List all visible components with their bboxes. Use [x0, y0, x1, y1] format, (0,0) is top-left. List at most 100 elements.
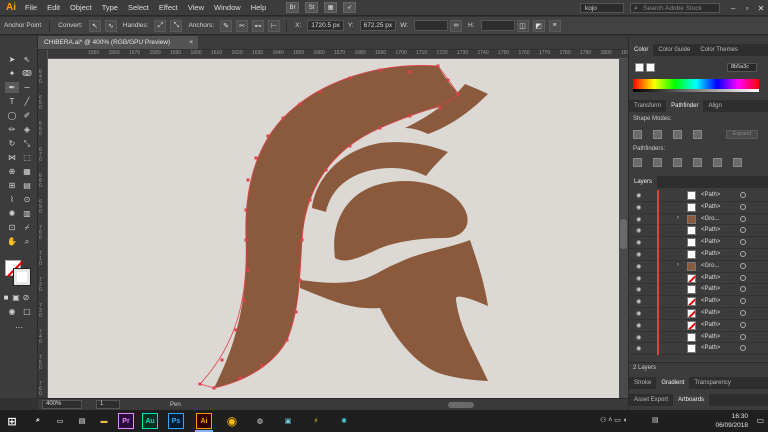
anchor-point[interactable]: [244, 238, 248, 242]
layer-row[interactable]: ◉ <Path>: [629, 249, 768, 261]
mesh-tool-icon[interactable]: ⊞: [5, 180, 19, 191]
screen-mode-icon[interactable]: ▢: [20, 306, 34, 317]
layer-row[interactable]: ◉ <Path>: [629, 225, 768, 238]
none-mode-icon[interactable]: ⊘: [22, 292, 30, 303]
slice-tool-icon[interactable]: ⌿: [20, 222, 34, 233]
anchor-point[interactable]: [220, 358, 224, 362]
grayscale-ramp[interactable]: [633, 89, 759, 92]
anchor-point[interactable]: [348, 76, 352, 80]
visibility-eye-icon[interactable]: ◉: [636, 192, 641, 199]
convert-corner-icon[interactable]: ↖: [88, 19, 101, 32]
layer-row[interactable]: ◉ <Path>: [629, 190, 768, 202]
minus-front-icon[interactable]: [653, 130, 662, 139]
folder-icon[interactable]: ▬: [96, 413, 112, 429]
globe-app-icon[interactable]: ✺: [336, 413, 352, 429]
menu-file[interactable]: File: [20, 3, 42, 12]
link-proportions-icon[interactable]: ∞: [450, 19, 463, 32]
anchor-point[interactable]: [456, 92, 460, 96]
target-circle-icon[interactable]: [740, 298, 746, 305]
magic-wand-tool-icon[interactable]: ✦: [5, 68, 19, 79]
anchor-point[interactable]: [308, 198, 312, 202]
anchor-point[interactable]: [260, 364, 264, 368]
anchor-point[interactable]: [436, 64, 440, 68]
anchor-point[interactable]: [378, 126, 382, 130]
rotate-tool-icon[interactable]: ↻: [5, 138, 19, 149]
layer-row[interactable]: ◉ › <Gro...: [629, 213, 768, 226]
anchor-point[interactable]: [378, 68, 382, 72]
cut-path-icon[interactable]: ✂: [236, 19, 249, 32]
anchor-point[interactable]: [244, 208, 248, 212]
layer-row[interactable]: ◉ <Path>: [629, 284, 768, 297]
document-tab[interactable]: CHIBERA.ai* @ 400% (RGB/GPU Preview) ×: [38, 36, 198, 49]
scale-tool-icon[interactable]: ⤡: [20, 138, 34, 149]
spartan-helmet-artwork[interactable]: [48, 59, 628, 398]
target-circle-icon[interactable]: [740, 227, 746, 234]
color-mode-icon[interactable]: ■: [2, 292, 10, 303]
tab-stroke[interactable]: Stroke: [629, 377, 656, 389]
anchor-point[interactable]: [281, 116, 285, 120]
visibility-eye-icon[interactable]: ◉: [636, 334, 641, 341]
anchor-point[interactable]: [408, 70, 412, 74]
vertical-scrollbar[interactable]: [619, 59, 628, 398]
visibility-eye-icon[interactable]: ◉: [636, 251, 641, 258]
zoom-level-field[interactable]: 400%: [42, 400, 82, 409]
vertical-scroll-thumb[interactable]: [620, 219, 627, 249]
tab-transform[interactable]: Transform: [629, 100, 666, 112]
menu-help[interactable]: Help: [246, 3, 271, 12]
target-circle-icon[interactable]: [740, 215, 746, 222]
target-circle-icon[interactable]: [740, 203, 746, 210]
anchor-point[interactable]: [408, 114, 412, 118]
chrome-app-icon[interactable]: ◉: [224, 413, 240, 429]
artboard-canvas[interactable]: [48, 59, 628, 398]
symbol-sprayer-tool-icon[interactable]: ✺: [5, 208, 19, 219]
layer-row[interactable]: ◉ <Path>: [629, 308, 768, 320]
divide-icon[interactable]: [633, 158, 642, 167]
color-fill-swatch[interactable]: [635, 63, 644, 72]
adobe-stock-search[interactable]: ⌕ Search Adobe Stock: [630, 3, 720, 13]
hand-tool-icon[interactable]: ✋: [5, 236, 19, 247]
paintbrush-tool-icon[interactable]: ✐: [20, 110, 34, 121]
tab-transparency[interactable]: Transparency: [689, 377, 735, 389]
target-circle-icon[interactable]: [740, 262, 746, 269]
tab-color[interactable]: Color: [629, 44, 654, 56]
expand-button[interactable]: Expand: [726, 130, 758, 139]
layer-row[interactable]: ◉ › <Gro...: [629, 260, 768, 273]
visibility-eye-icon[interactable]: ◉: [636, 227, 641, 234]
hide-handles-icon[interactable]: ⤡: [170, 19, 183, 32]
perspective-grid-tool-icon[interactable]: ▦: [20, 166, 34, 177]
clock[interactable]: 16:30 06/09/2018: [715, 412, 748, 430]
width-field[interactable]: [414, 20, 449, 31]
trim-icon[interactable]: [653, 158, 662, 167]
visibility-eye-icon[interactable]: ◉: [636, 286, 641, 293]
visibility-eye-icon[interactable]: ◉: [636, 298, 641, 305]
anchor-point[interactable]: [266, 134, 270, 138]
menu-type[interactable]: Type: [97, 3, 123, 12]
edit-toolbar-icon[interactable]: ⋯: [12, 322, 26, 333]
anchor-point[interactable]: [298, 102, 302, 106]
visibility-eye-icon[interactable]: ◉: [636, 204, 641, 211]
visibility-eye-icon[interactable]: ◉: [636, 275, 641, 282]
user-account-field[interactable]: kojo: [580, 3, 624, 13]
audition-app-icon[interactable]: Au: [142, 413, 158, 429]
tab-color-themes[interactable]: Color Themes: [695, 44, 743, 56]
anchor-point[interactable]: [318, 90, 322, 94]
visibility-eye-icon[interactable]: ◉: [636, 216, 641, 223]
visibility-eye-icon[interactable]: ◉: [636, 345, 641, 352]
intersect-icon[interactable]: [673, 130, 682, 139]
direct-selection-tool-icon[interactable]: ⇖: [20, 54, 34, 65]
visibility-eye-icon[interactable]: ◉: [636, 322, 641, 329]
target-circle-icon[interactable]: [740, 333, 746, 340]
convert-smooth-icon[interactable]: ∿: [104, 19, 117, 32]
column-graph-tool-icon[interactable]: ▥: [20, 208, 34, 219]
arrange-documents-icon[interactable]: ▦: [324, 2, 338, 13]
curvature-tool-icon[interactable]: ∽: [20, 82, 34, 93]
height-field[interactable]: [480, 20, 515, 31]
width-tool-icon[interactable]: ⋈: [5, 152, 19, 163]
visibility-eye-icon[interactable]: ◉: [636, 263, 641, 270]
maximize-button[interactable]: ▫: [740, 4, 754, 13]
minimize-button[interactable]: –: [726, 4, 740, 13]
visibility-eye-icon[interactable]: ◉: [636, 239, 641, 246]
target-circle-icon[interactable]: [740, 321, 746, 328]
anchor-point[interactable]: [285, 338, 289, 342]
anchor-point[interactable]: [212, 386, 216, 390]
